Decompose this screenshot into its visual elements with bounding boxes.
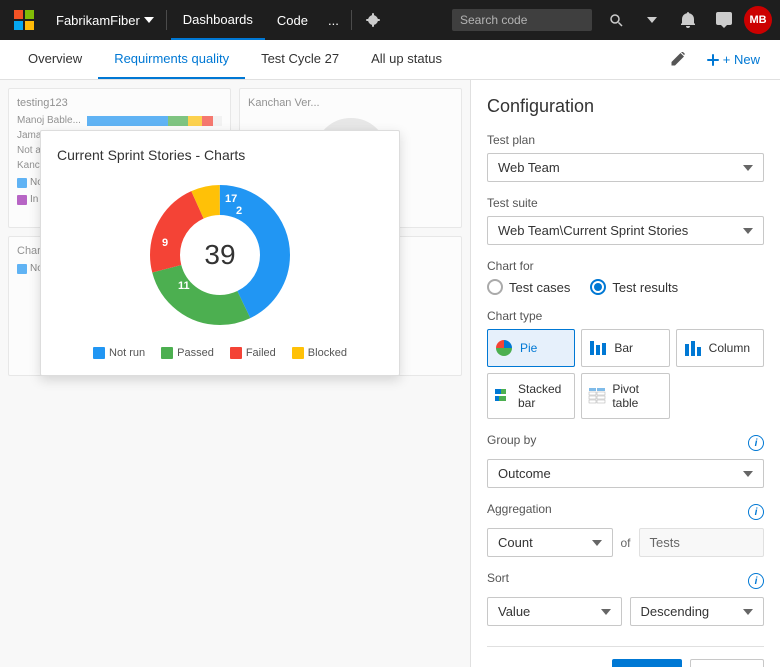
sub-nav-actions: + New — [663, 40, 768, 79]
chevron-down-icon[interactable] — [636, 4, 668, 36]
nav-icons: MB — [600, 4, 772, 36]
test-suite-select[interactable]: Web Team\Current Sprint Stories — [487, 216, 764, 245]
sub-nav: Overview Requirments quality Test Cycle … — [0, 40, 780, 80]
aggregation-row: Count of Tests — [487, 528, 764, 557]
chart-type-pivot[interactable]: Pivot table — [581, 373, 669, 419]
logo[interactable] — [8, 4, 40, 36]
test-plan-section: Test plan Web Team — [487, 133, 764, 182]
tab-overview[interactable]: Overview — [12, 40, 98, 79]
donut-legend: Not run Passed Failed Blocked — [57, 347, 383, 359]
legend-passed: Passed — [161, 347, 214, 359]
chart-type-column[interactable]: Column — [676, 329, 764, 367]
search-icon[interactable] — [600, 4, 632, 36]
test-suite-section: Test suite Web Team\Current Sprint Stori… — [487, 196, 764, 245]
org-name[interactable]: FabrikamFiber — [48, 9, 162, 32]
chart-type-grid: Pie Bar — [487, 329, 764, 367]
column-icon — [683, 338, 703, 358]
chart-type-stacked-bar[interactable]: Stacked bar — [487, 373, 575, 419]
chart-type-pie[interactable]: Pie — [487, 329, 575, 367]
search-input[interactable] — [452, 9, 592, 31]
pie-icon — [494, 338, 514, 358]
top-nav: FabrikamFiber Dashboards Code ... — [0, 0, 780, 40]
radio-circle-test-cases — [487, 279, 503, 295]
nav-separator-2 — [351, 10, 352, 30]
tab-requirements-quality[interactable]: Requirments quality — [98, 40, 245, 79]
test-suite-label: Test suite — [487, 196, 764, 210]
chart-type-grid-2: Stacked bar — [487, 373, 764, 419]
chat-icon[interactable] — [708, 4, 740, 36]
config-footer: Save Cancel — [487, 646, 764, 667]
bar-icon — [588, 338, 608, 358]
legend-not-run: Not run — [93, 347, 145, 359]
legend-blocked: Blocked — [292, 347, 347, 359]
settings-nav-icon[interactable] — [356, 4, 388, 36]
aggregation-count-select[interactable]: Count — [487, 528, 613, 557]
main-content: testing123 Manoj Bable... Jamal Hartn... — [0, 80, 780, 667]
config-title: Configuration — [487, 96, 764, 117]
sort-label: Sort — [487, 571, 509, 585]
donut-chart: 39 17 11 9 2 — [57, 175, 383, 335]
left-panel: testing123 Manoj Bable... Jamal Hartn... — [0, 80, 470, 667]
new-button[interactable]: + New — [699, 48, 768, 71]
radio-test-cases[interactable]: Test cases — [487, 279, 570, 295]
aggregation-info-icon[interactable]: i — [748, 504, 764, 520]
sort-section: Sort i Value Descending — [487, 571, 764, 626]
config-panel: Configuration Test plan Web Team Test su… — [470, 80, 780, 667]
group-by-label: Group by — [487, 433, 536, 447]
edit-icon[interactable] — [663, 46, 691, 74]
nav-separator — [166, 10, 167, 30]
aggregation-section: Aggregation i Count of Tests — [487, 502, 764, 557]
test-plan-select[interactable]: Web Team — [487, 153, 764, 182]
overlay-title: Current Sprint Stories - Charts — [57, 147, 383, 163]
aggregation-of-label: of — [621, 536, 631, 550]
sort-row: Value Descending — [487, 597, 764, 626]
pivot-icon — [588, 386, 606, 406]
chart-type-section: Chart type Pie — [487, 309, 764, 419]
chart-type-label: Chart type — [487, 309, 764, 323]
sort-info-icon[interactable]: i — [748, 573, 764, 589]
group-by-select[interactable]: Outcome — [487, 459, 764, 488]
tab-test-cycle[interactable]: Test Cycle 27 — [245, 40, 355, 79]
chart-for-radio-group: Test cases Test results — [487, 279, 764, 295]
sort-value-select[interactable]: Value — [487, 597, 622, 626]
tab-all-status[interactable]: All up status — [355, 40, 458, 79]
test-plan-label: Test plan — [487, 133, 764, 147]
nav-code[interactable]: Code — [265, 0, 320, 40]
aggregation-label: Aggregation — [487, 502, 552, 516]
legend-failed: Failed — [230, 347, 276, 359]
stacked-bar-icon — [494, 386, 512, 406]
aggregation-tests-label: Tests — [639, 528, 765, 557]
notifications-icon[interactable] — [672, 4, 704, 36]
sort-direction-select[interactable]: Descending — [630, 597, 765, 626]
group-by-section: Group by i Outcome — [487, 433, 764, 488]
chart-type-bar[interactable]: Bar — [581, 329, 669, 367]
radio-test-results[interactable]: Test results — [590, 279, 678, 295]
cancel-button[interactable]: Cancel — [690, 659, 764, 667]
chart-for-label: Chart for — [487, 259, 764, 273]
user-avatar[interactable]: MB — [744, 6, 772, 34]
nav-dashboards[interactable]: Dashboards — [171, 0, 265, 40]
chart-for-section: Chart for Test cases Test results — [487, 259, 764, 295]
save-button[interactable]: Save — [612, 659, 682, 667]
group-by-info-icon[interactable]: i — [748, 435, 764, 451]
radio-circle-test-results — [590, 279, 606, 295]
nav-more[interactable]: ... — [320, 9, 347, 32]
chart-overlay: Current Sprint Stories - Charts — [40, 130, 400, 376]
